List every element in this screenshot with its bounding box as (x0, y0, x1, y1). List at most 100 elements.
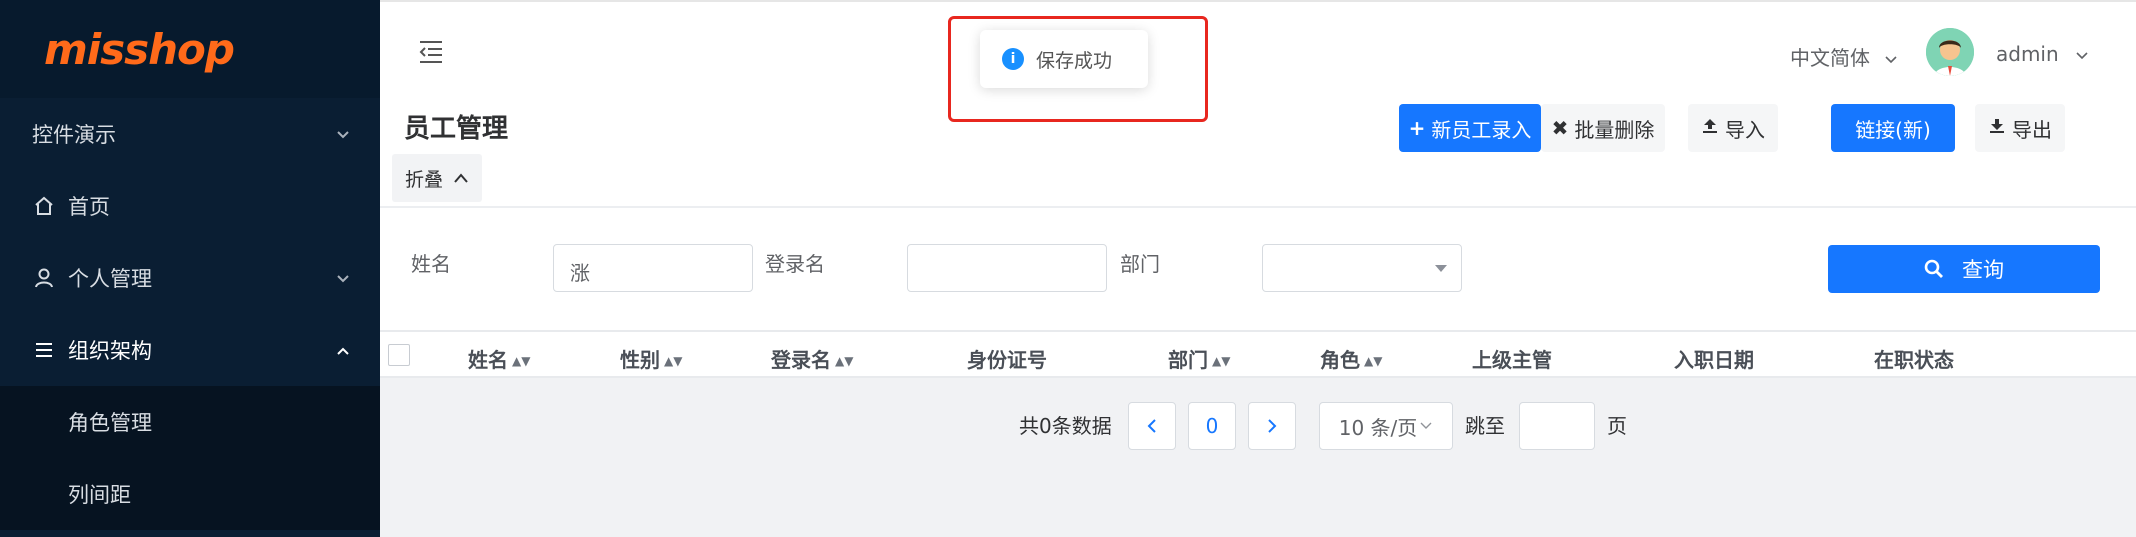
user-menu[interactable]: admin (1996, 42, 2089, 66)
top-bar: 中文简体 admin i 保存成功 (380, 0, 2136, 122)
logo-bar: misshop (0, 0, 380, 98)
add-employee-button[interactable]: + 新员工录入 (1399, 104, 1541, 152)
batch-delete-button[interactable]: ✖ 批量删除 (1541, 104, 1665, 152)
column-header-label: 身份证号 (967, 348, 1047, 372)
column-header-label: 角色 (1320, 348, 1360, 372)
language-selector[interactable]: 中文简体 (1790, 42, 1898, 71)
jump-page-input[interactable] (1519, 402, 1595, 450)
import-label: 导入 (1725, 117, 1765, 142)
query-label: 查询 (1962, 258, 2004, 282)
column-header-label: 部门 (1168, 348, 1208, 372)
sort-icon: ▲▼ (1364, 354, 1383, 368)
sidebar-item-role-management[interactable]: 角色管理 (0, 386, 380, 458)
name-input[interactable]: 涨 (553, 244, 753, 292)
column-header-name[interactable]: 姓名 ▲▼ (468, 344, 530, 373)
username: admin (1996, 42, 2059, 66)
chevron-down-icon (1884, 46, 1898, 70)
chevron-down-icon (336, 269, 350, 288)
department-select[interactable] (1262, 244, 1462, 292)
chevron-up-icon (453, 167, 469, 189)
sort-icon: ▲▼ (512, 354, 531, 368)
sidebar-item-label: 首页 (68, 195, 110, 219)
menu-icon (32, 339, 56, 361)
export-label: 导出 (2012, 117, 2052, 142)
name-label: 姓名 (411, 252, 451, 276)
next-page-button[interactable] (1248, 402, 1296, 450)
page-title: 员工管理 (404, 114, 509, 144)
total-count: 共0条数据 (1019, 414, 1112, 438)
sidebar-item-label: 个人管理 (68, 267, 152, 291)
column-header-hire-date: 入职日期 (1674, 344, 1754, 373)
import-button[interactable]: 导入 (1688, 104, 1778, 152)
app-logo[interactable]: misshop (44, 25, 235, 74)
sidebar-item-column-spacing[interactable]: 列间距 (0, 458, 380, 530)
jump-label: 跳至 (1465, 414, 1505, 438)
plus-icon: + (1408, 116, 1426, 140)
column-header-label: 上级主管 (1472, 348, 1552, 372)
chevron-left-icon (1147, 419, 1156, 433)
sidebar-item-organization[interactable]: 组织架构 (0, 314, 380, 386)
current-page-number: 0 (1205, 414, 1219, 438)
column-header-label: 姓名 (468, 348, 508, 372)
avatar[interactable] (1926, 28, 1974, 76)
column-header-department[interactable]: 部门 ▲▼ (1168, 344, 1230, 373)
column-header-supervisor: 上级主管 (1472, 344, 1552, 373)
toast-message: 保存成功 (1036, 49, 1113, 72)
column-header-label: 登录名 (771, 348, 831, 372)
query-button[interactable]: 查询 (1828, 245, 2100, 293)
collapse-label: 折叠 (404, 168, 443, 191)
sidebar: misshop 控件演示 首页 个人管理 组织架构 角色管理 列间距 (0, 0, 380, 537)
sort-icon: ▲▼ (1212, 354, 1231, 368)
select-all-checkbox[interactable] (388, 344, 410, 366)
sort-icon: ▲▼ (664, 354, 683, 368)
department-label: 部门 (1120, 252, 1160, 276)
link-new-button[interactable]: 链接(新) (1831, 104, 1955, 152)
export-button[interactable]: 导出 (1975, 104, 2065, 152)
chevron-down-icon (336, 125, 350, 144)
page-size-value: 10 条/页 (1338, 415, 1418, 440)
column-header-label: 入职日期 (1674, 348, 1754, 372)
link-new-label: 链接(新) (1855, 117, 1931, 142)
sidebar-item-controls[interactable]: 控件演示 (0, 98, 380, 170)
sidebar-item-home[interactable]: 首页 (0, 170, 380, 242)
name-input-value: 涨 (570, 261, 590, 285)
home-icon (32, 195, 56, 217)
language-label: 中文简体 (1790, 46, 1870, 70)
chevron-down-icon (2075, 42, 2089, 66)
column-header-label: 在职状态 (1874, 348, 1954, 372)
table-header: 姓名 ▲▼ 性别 ▲▼ 登录名 ▲▼ 身份证号 部门 ▲▼ 角色 ▲▼ 上级主管 入职日期 (380, 330, 2136, 378)
sidebar-item-label: 列间距 (68, 483, 131, 507)
page-size-select[interactable]: 10 条/页 (1319, 402, 1453, 450)
upload-icon (1701, 116, 1719, 140)
page-suffix: 页 (1607, 414, 1627, 438)
close-icon: ✖ (1551, 116, 1569, 140)
download-icon (1988, 116, 2006, 140)
chevron-up-icon (336, 341, 350, 360)
info-icon: i (1002, 48, 1024, 70)
collapse-button[interactable]: 折叠 (392, 154, 482, 202)
login-name-label: 登录名 (765, 252, 825, 276)
sidebar-item-label: 控件演示 (32, 123, 116, 147)
column-header-status: 在职状态 (1874, 344, 1954, 373)
divider (380, 206, 2136, 208)
current-page[interactable]: 0 (1188, 402, 1236, 450)
login-name-input[interactable] (907, 244, 1107, 292)
column-header-gender[interactable]: 性别 ▲▼ (620, 344, 682, 373)
batch-delete-label: 批量删除 (1574, 117, 1655, 142)
user-icon (32, 267, 56, 289)
sidebar-item-personal[interactable]: 个人管理 (0, 242, 380, 314)
chevron-right-icon (1268, 419, 1277, 433)
menu-fold-icon[interactable] (416, 36, 446, 66)
add-employee-label: 新员工录入 (1431, 117, 1532, 142)
column-header-id-number: 身份证号 (967, 344, 1047, 373)
sidebar-item-label: 组织架构 (68, 339, 152, 363)
chevron-down-icon (1420, 422, 1432, 429)
column-header-role[interactable]: 角色 ▲▼ (1320, 344, 1382, 373)
success-toast: i 保存成功 (980, 30, 1148, 88)
column-header-login-name[interactable]: 登录名 ▲▼ (771, 344, 853, 373)
sort-icon: ▲▼ (835, 354, 854, 368)
column-header-label: 性别 (620, 348, 660, 372)
prev-page-button[interactable] (1128, 402, 1176, 450)
sidebar-item-label: 角色管理 (68, 411, 152, 435)
caret-down-icon (1435, 265, 1447, 272)
